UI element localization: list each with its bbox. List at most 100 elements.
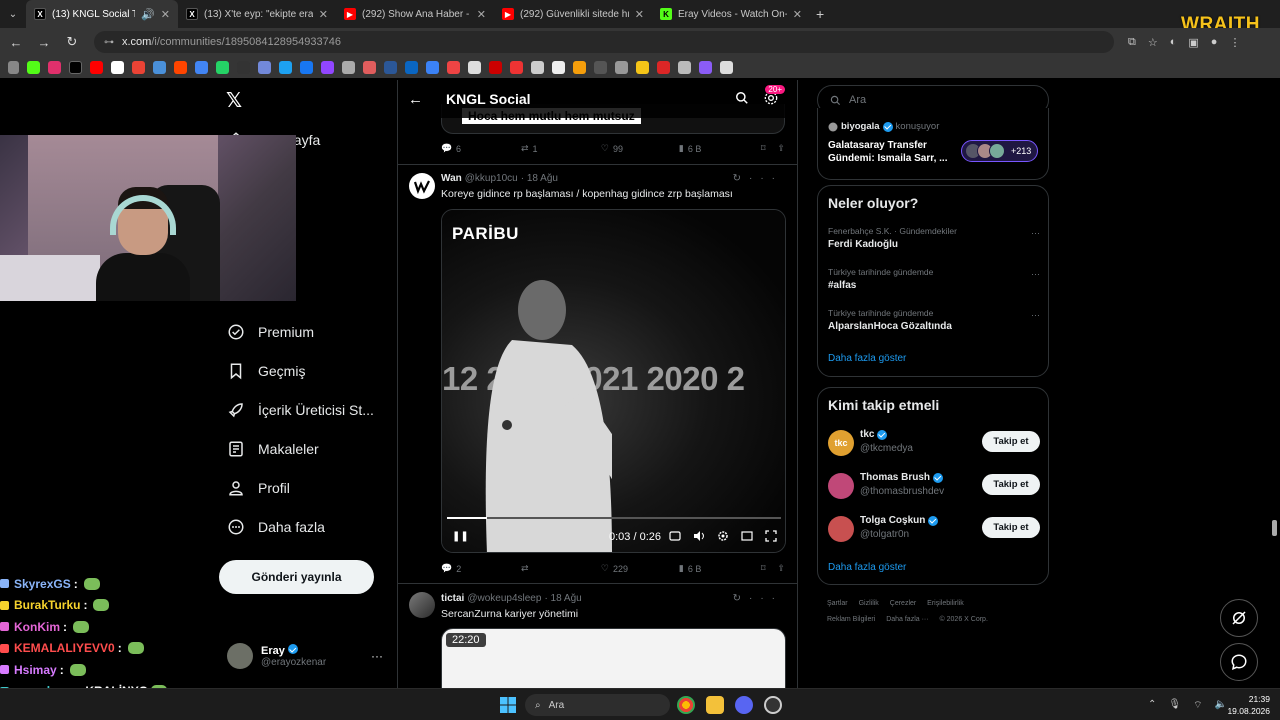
tab-close-icon[interactable]: ✕ <box>635 8 644 21</box>
taskbar-search[interactable]: ⌕ Ara <box>525 694 670 716</box>
nav-item-more[interactable]: Daha fazla <box>226 515 325 539</box>
bookmark-x-icon[interactable] <box>69 60 82 74</box>
bookmark-site-icon[interactable] <box>531 60 544 74</box>
post-date[interactable]: · 18 Ağu <box>544 593 581 604</box>
trend-item[interactable]: Türkiye tarihinde gündemde AlparslanHoca… <box>828 308 1040 332</box>
like-button[interactable]: ♡ 99 <box>601 143 679 154</box>
puzzle-icon[interactable]: ▣ <box>1188 36 1198 49</box>
trend-item[interactable]: Türkiye tarihinde gündemde #alfas ··· <box>828 267 1040 291</box>
bookmark-icon[interactable]: ⌑ <box>761 563 766 574</box>
post-author-handle[interactable]: @wokeup4sleep <box>467 593 541 604</box>
post-author-name[interactable]: Wan <box>441 173 462 184</box>
like-button[interactable]: ♡ 229 <box>601 563 679 574</box>
bookmark-reddit-icon[interactable] <box>174 60 187 74</box>
bookmark-twitch-icon[interactable] <box>321 60 334 74</box>
bookmark-google-icon[interactable] <box>111 60 124 74</box>
bookmark-translate-icon[interactable] <box>195 60 208 74</box>
browser-menu-icon[interactable]: ⋮ <box>1229 36 1240 49</box>
forward-arrow-icon[interactable]: → <box>32 35 56 50</box>
chrome-taskbar-icon[interactable] <box>677 696 695 714</box>
back-arrow-icon[interactable]: ← <box>4 35 28 50</box>
views-button[interactable]: ▮ 6 B <box>679 563 761 574</box>
bookmark-gmail-icon[interactable] <box>132 60 145 74</box>
trend-more-icon[interactable]: ··· <box>1031 269 1040 279</box>
bookmark-youtube-icon[interactable] <box>90 60 103 74</box>
install-app-icon[interactable]: ⧉ <box>1128 36 1136 49</box>
bookmark-whatsapp-icon[interactable] <box>216 60 229 74</box>
bookmark-site-icon[interactable] <box>468 60 481 74</box>
follow-suggestion[interactable]: Tolga Coşkun @tolgatr0n Takip et <box>828 514 1040 544</box>
footer-link[interactable]: Erişilebilirlik <box>927 600 964 607</box>
follow-show-more-link[interactable]: Daha fazla göster <box>828 562 906 573</box>
bookmark-facebook-icon[interactable] <box>300 60 313 74</box>
bookmark-site-icon[interactable] <box>153 60 166 74</box>
share-icon[interactable]: ⇪ <box>777 143 785 154</box>
url-input[interactable]: ⊶ x.com/i/communities/189508412895493374… <box>94 31 1114 53</box>
video-player[interactable]: 12 2022 2021 2020 2 PARİBU ❚❚ 0:03 / 0:2… <box>441 209 786 553</box>
tab-search-chevron-icon[interactable]: ⌄ <box>0 0 26 28</box>
post-more-icon[interactable]: ↻··· <box>733 593 783 604</box>
bookmark-site-icon[interactable] <box>720 60 733 74</box>
bookmark-site-icon[interactable] <box>426 60 439 74</box>
trend-item[interactable]: Fenerbahçe S.K. · Gündemdekiler Ferdi Ka… <box>828 226 1040 250</box>
repost-button[interactable]: ⇄ 1 <box>521 143 601 154</box>
bookmark-site-icon[interactable] <box>699 60 712 74</box>
discord-taskbar-icon[interactable] <box>735 696 753 714</box>
post-author-name[interactable]: tictai <box>441 593 464 604</box>
bookmark-site-icon[interactable] <box>678 60 691 74</box>
nav-item-history[interactable]: Geçmiş <box>226 359 305 383</box>
tab-youtube-show[interactable]: ▶ (292) Show Ana Haber - YouTube ✕ <box>336 0 494 28</box>
reply-button[interactable]: 💬 2 <box>441 563 521 574</box>
bookmark-site-icon[interactable] <box>552 60 565 74</box>
avatar[interactable] <box>409 592 435 618</box>
nav-item-premium[interactable]: Premium <box>226 320 314 344</box>
nav-item-articles[interactable]: Makaleler <box>226 437 319 461</box>
views-button[interactable]: ▮ 6 B <box>679 143 761 154</box>
post-author-handle[interactable]: @kkup10cu <box>465 173 518 184</box>
trend-more-icon[interactable]: ··· <box>1031 228 1040 238</box>
bookmark-instagram-icon[interactable] <box>48 60 61 74</box>
new-tab-button[interactable]: + <box>816 6 824 22</box>
bookmark-discord-icon[interactable] <box>258 60 271 74</box>
bookmark-icon[interactable]: ⌑ <box>761 143 766 154</box>
fullscreen-icon[interactable] <box>765 530 777 542</box>
live-space-card[interactable]: biyogala konuşuyor Galatasaray Transfer … <box>817 108 1049 180</box>
site-info-icon[interactable]: ⊶ <box>104 37 116 48</box>
footer-link[interactable]: Çerezler <box>890 600 916 607</box>
settings-gear-icon[interactable] <box>717 530 729 542</box>
tab-close-icon[interactable]: ✕ <box>319 8 328 21</box>
tray-chevron-icon[interactable]: ⌃ <box>1148 699 1156 712</box>
bookmark-site-icon[interactable] <box>636 60 649 74</box>
avatar[interactable] <box>409 173 435 199</box>
nav-item-profile[interactable]: Profil <box>226 476 290 500</box>
bookmark-site-icon[interactable] <box>489 60 502 74</box>
footer-link[interactable]: Daha fazla ··· <box>886 616 928 623</box>
footer-link[interactable]: Şartlar <box>827 600 848 607</box>
search-icon[interactable] <box>735 91 749 105</box>
tab-kick-eray[interactable]: K Eray Videos - Watch On-Demand ✕ <box>652 0 810 28</box>
tab-close-icon[interactable]: ✕ <box>793 8 802 21</box>
grok-button[interactable] <box>1220 599 1258 637</box>
file-explorer-taskbar-icon[interactable] <box>706 696 724 714</box>
follow-suggestion[interactable]: tkc tkc @tkcmedya Takip et <box>828 428 1040 458</box>
profile-avatar-icon[interactable]: ● <box>1211 36 1218 49</box>
bookmark-site-icon[interactable] <box>405 60 418 74</box>
post-date[interactable]: · 18 Ağu <box>521 173 558 184</box>
back-arrow-icon[interactable]: ← <box>408 91 428 108</box>
tab-kngl-social[interactable]: X (13) KNGL Social Topluluk / X 🔊 ✕ <box>26 0 178 28</box>
scrollbar-thumb[interactable] <box>1272 520 1277 536</box>
bookmark-site-icon[interactable] <box>237 60 250 74</box>
nav-item-creator-studio[interactable]: İçerik Üreticisi St... <box>226 398 374 422</box>
bookmark-site-icon[interactable] <box>510 60 523 74</box>
account-more-icon[interactable]: ··· <box>371 649 383 663</box>
post-more-icon[interactable]: ↻··· <box>733 173 783 184</box>
bookmark-site-icon[interactable] <box>279 60 292 74</box>
app-taskbar-icon[interactable] <box>764 696 782 714</box>
messages-button[interactable] <box>1220 643 1258 681</box>
x-logo-icon[interactable]: 𝕏 <box>226 88 242 113</box>
trends-show-more-link[interactable]: Daha fazla göster <box>828 353 906 364</box>
apps-grid-icon[interactable] <box>8 60 19 74</box>
bookmark-site-icon[interactable] <box>573 60 586 74</box>
windows-start-icon[interactable] <box>500 697 516 713</box>
post-video-thumbnail[interactable]: 22:20 <box>441 628 786 688</box>
